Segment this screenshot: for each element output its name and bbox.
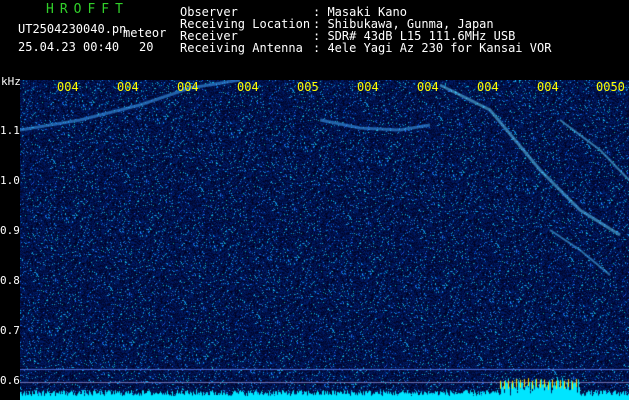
- mode-label: meteor: [123, 26, 167, 40]
- freq-tick: 0.7: [0, 324, 20, 337]
- time-tick: 004: [357, 80, 379, 94]
- freq-tick: 0.9: [0, 224, 20, 237]
- datetime-label: 25.04.23 00:40: [18, 40, 120, 54]
- time-tick: 004: [117, 80, 139, 94]
- time-tick: 004: [417, 80, 439, 94]
- time-tick: 0050: [596, 80, 625, 94]
- antenna-value: : 4ele Yagi Az 230 for Kansai VOR: [313, 41, 552, 55]
- frequency-unit: kHz: [1, 75, 21, 88]
- time-tick: 004: [537, 80, 559, 94]
- freq-tick: 1.1: [0, 124, 20, 137]
- freq-tick: 0.8: [0, 274, 20, 287]
- time-tick: 004: [177, 80, 199, 94]
- antenna-label: Receiving Antenna: [180, 41, 303, 55]
- app-title: HROFFT: [46, 2, 129, 17]
- time-tick: 004: [477, 80, 499, 94]
- time-tick: 004: [57, 80, 79, 94]
- freq-tick: 0.6: [0, 374, 20, 387]
- filename-label: UT2504230040.pn: [18, 22, 127, 36]
- spectrogram-canvas: [20, 80, 629, 400]
- time-tick: 005: [297, 80, 319, 94]
- time-tick: 004: [237, 80, 259, 94]
- header-panel: HROFFT UT2504230040.pn meteor 25.04.23 0…: [0, 0, 629, 80]
- interval-label: 20: [139, 40, 154, 54]
- spectrogram: [20, 80, 629, 400]
- freq-tick: 1.0: [0, 174, 20, 187]
